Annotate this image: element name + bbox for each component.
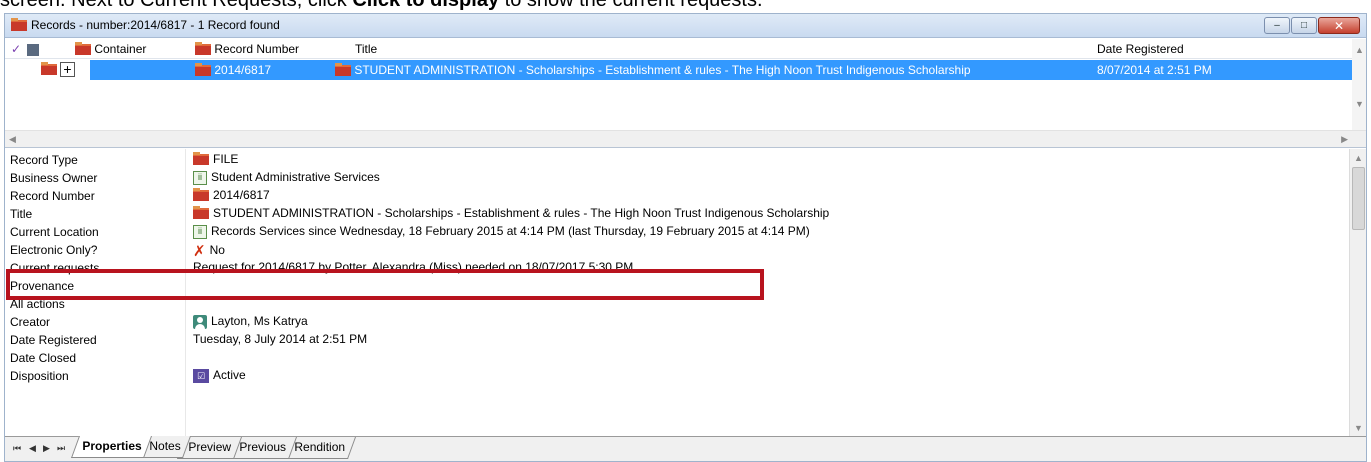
property-value: Records Services since Wednesday, 18 Feb… <box>211 224 810 238</box>
instruction-text: screen. Next to Current Requests, click … <box>0 0 763 11</box>
expand-button[interactable]: + <box>60 62 75 77</box>
next-record-icon[interactable]: ▶ <box>43 443 50 454</box>
property-row-creator[interactable]: Creator Layton, Ms Katrya <box>5 313 1348 331</box>
records-list: ✓ Container Record Number Title Date Reg… <box>5 39 1366 148</box>
folder-icon <box>193 152 209 166</box>
window-title: Records - number:2014/6817 - 1 Record fo… <box>31 18 280 32</box>
scroll-down-icon[interactable]: ▼ <box>1355 99 1364 109</box>
table-row[interactable]: + 2014/6817 STUDENT ADMINISTRATION - Sch… <box>5 60 1352 80</box>
row-record-number: 2014/6817 <box>195 63 271 77</box>
title-column-header[interactable]: Title <box>355 42 377 56</box>
tab-properties[interactable]: Properties <box>70 436 153 458</box>
container-column-header[interactable]: Container <box>75 42 146 56</box>
current-requests-highlight <box>6 269 764 300</box>
folder-icon <box>193 188 209 202</box>
last-record-icon[interactable]: ⏭ <box>57 443 65 454</box>
property-label: Title <box>10 207 33 221</box>
row-date-registered: 8/07/2014 at 2:51 PM <box>1097 63 1212 77</box>
property-row-record-number[interactable]: Record Number 2014/6817 <box>5 187 1348 205</box>
property-row-business-owner[interactable]: Business Owner ii Student Administrative … <box>5 169 1348 187</box>
folder-icon <box>335 63 351 77</box>
scroll-up-icon[interactable]: ▲ <box>1355 45 1364 55</box>
tag-column-icon[interactable] <box>27 42 39 56</box>
property-label: Current Location <box>10 225 99 239</box>
scroll-up-icon[interactable]: ▲ <box>1354 153 1363 163</box>
property-value: STUDENT ADMINISTRATION - Scholarships - … <box>213 206 830 220</box>
folder-icon <box>11 18 27 31</box>
scrollbar-thumb[interactable] <box>1352 167 1365 230</box>
property-value: Tuesday, 8 July 2014 at 2:51 PM <box>193 332 368 346</box>
list-vertical-scrollbar[interactable]: ▲ ▼ <box>1352 39 1366 130</box>
folder-icon <box>75 42 91 56</box>
row-title: STUDENT ADMINISTRATION - Scholarships - … <box>335 63 971 77</box>
property-value: 2014/6817 <box>213 188 270 202</box>
folder-icon <box>195 63 211 77</box>
org-unit-icon: ii <box>193 170 207 185</box>
title-bar[interactable]: Records - number:2014/6817 - 1 Record fo… <box>5 14 1366 38</box>
previous-record-icon[interactable]: ◀ <box>29 443 36 454</box>
first-record-icon[interactable]: ⏮ <box>13 443 21 454</box>
record-number-column-header[interactable]: Record Number <box>195 42 299 56</box>
property-label: Date Closed <box>10 351 77 365</box>
list-horizontal-scrollbar[interactable]: ◀ ▶ <box>5 130 1366 147</box>
scroll-down-icon[interactable]: ▼ <box>1354 423 1363 433</box>
property-value: Student Administrative Services <box>211 170 380 184</box>
property-row-disposition[interactable]: Disposition ☑ Active <box>5 367 1348 385</box>
property-label: Creator <box>10 315 51 329</box>
person-icon <box>193 314 207 329</box>
property-label: Disposition <box>10 369 69 383</box>
property-label: Record Number <box>10 189 95 203</box>
disposition-icon: ☑ <box>193 368 209 383</box>
property-row-date-registered[interactable]: Date Registered Tuesday, 8 July 2014 at … <box>5 331 1348 349</box>
folder-icon <box>193 206 209 220</box>
check-column-header[interactable]: ✓ <box>11 42 21 56</box>
property-label: Record Type <box>10 153 78 167</box>
property-label: Business Owner <box>10 171 98 185</box>
x-icon: ✗ <box>193 243 206 260</box>
property-row-date-closed[interactable]: Date Closed <box>5 349 1348 367</box>
list-header: ✓ Container Record Number Title Date Reg… <box>5 39 1366 59</box>
date-registered-column-header[interactable]: Date Registered <box>1097 42 1184 56</box>
minimize-button[interactable]: – <box>1264 17 1290 34</box>
property-label: Date Registered <box>10 333 97 347</box>
folder-icon <box>41 62 57 75</box>
records-window: Records - number:2014/6817 - 1 Record fo… <box>4 13 1367 462</box>
close-button[interactable]: ✕ <box>1318 17 1360 34</box>
property-row-record-type[interactable]: Record Type FILE <box>5 151 1348 169</box>
folder-icon <box>195 42 211 56</box>
property-label: Electronic Only? <box>10 243 98 257</box>
properties-vertical-scrollbar[interactable]: ▲ ▼ <box>1349 149 1366 437</box>
maximize-button[interactable]: □ <box>1291 17 1317 34</box>
property-row-title[interactable]: Title STUDENT ADMINISTRATION - Scholarsh… <box>5 205 1348 223</box>
property-row-current-location[interactable]: Current Location ii Records Services sinc… <box>5 223 1348 241</box>
property-value: No <box>209 243 225 258</box>
property-row-electronic-only[interactable]: Electronic Only? ✗ No <box>5 241 1348 260</box>
property-value: Active <box>213 368 246 382</box>
property-value: FILE <box>213 152 239 166</box>
scroll-right-icon[interactable]: ▶ <box>1341 134 1348 145</box>
org-unit-icon: ii <box>193 224 207 239</box>
scroll-left-icon[interactable]: ◀ <box>9 134 16 145</box>
property-value: Layton, Ms Katrya <box>211 314 308 328</box>
tab-bar: ⏮ ◀ ▶ ⏭ Rendition Previous Preview <box>5 436 1366 461</box>
